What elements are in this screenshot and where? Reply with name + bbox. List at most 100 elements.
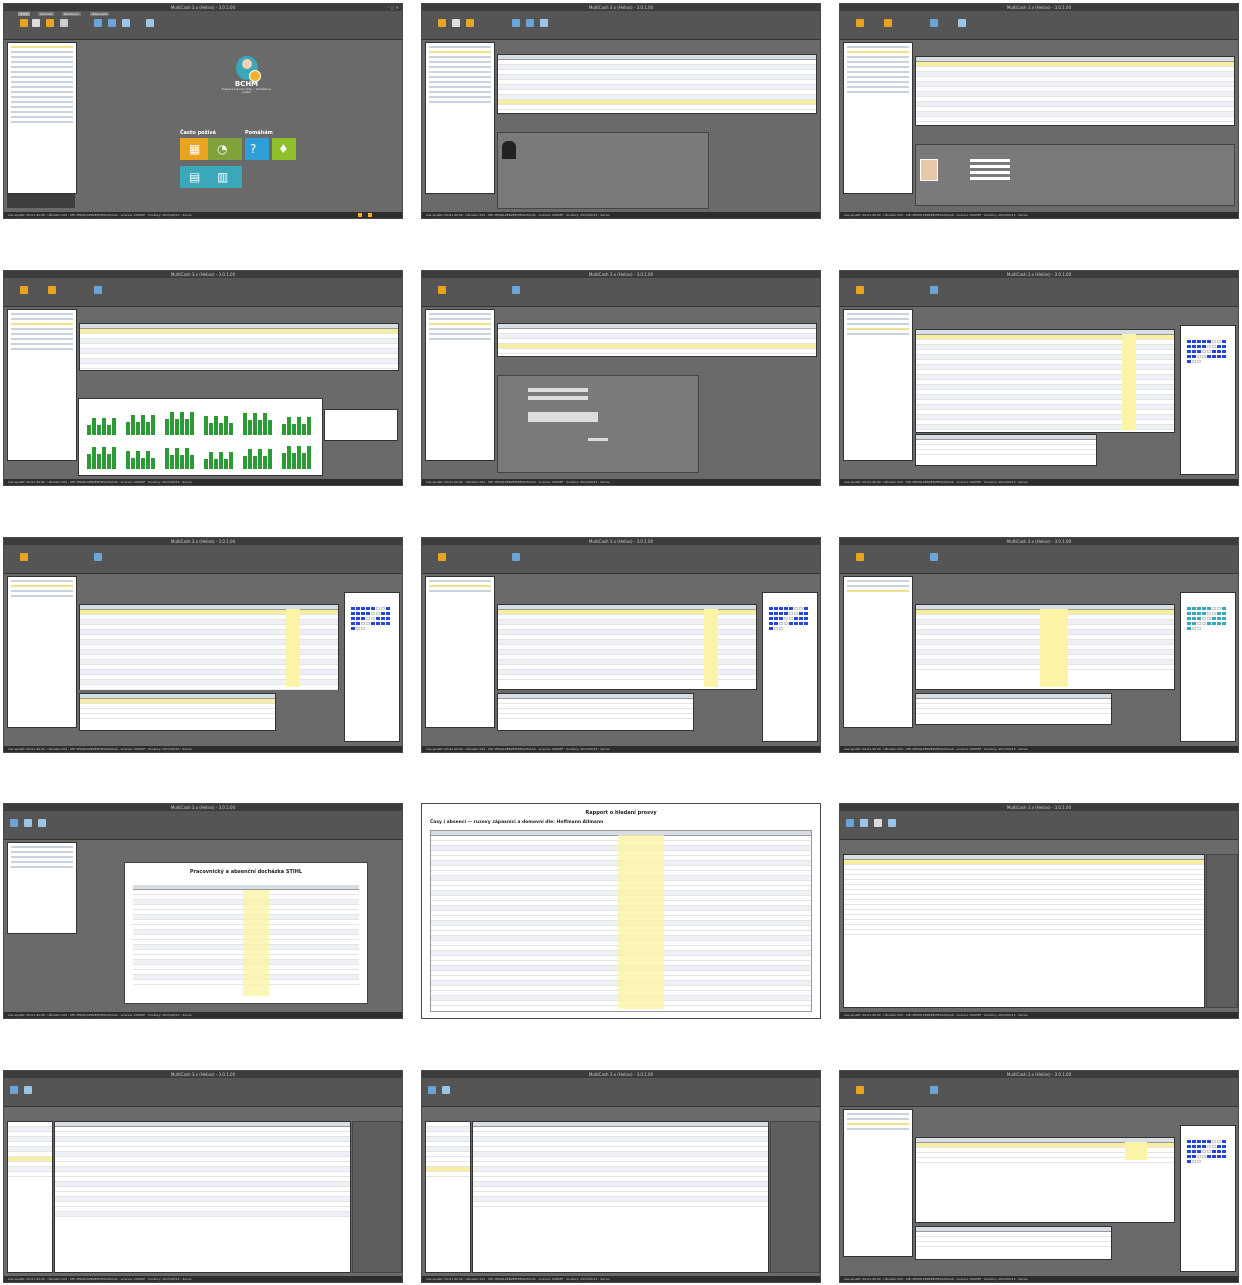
calendar-day[interactable] — [1212, 1155, 1216, 1158]
pivot-grid[interactable] — [472, 1121, 769, 1273]
calendar-day[interactable] — [799, 607, 803, 610]
calendar-day[interactable] — [1222, 1150, 1226, 1153]
calendar-panel[interactable] — [1180, 592, 1236, 742]
calendar-day[interactable] — [386, 612, 390, 615]
calendar-day[interactable] — [1217, 1155, 1221, 1158]
calendar-day[interactable] — [361, 627, 365, 630]
ribbon-button-icon[interactable] — [32, 19, 40, 27]
pivot-grid[interactable] — [54, 1121, 351, 1273]
navigation-tree[interactable] — [843, 576, 913, 728]
calendar-day[interactable] — [1192, 340, 1196, 343]
employee-grid[interactable] — [915, 56, 1235, 126]
calendar-day[interactable] — [366, 607, 370, 610]
calendar-day[interactable] — [794, 622, 798, 625]
calendar-day[interactable] — [356, 612, 360, 615]
calendar-day[interactable] — [769, 622, 773, 625]
calendar-day[interactable] — [356, 622, 360, 625]
calendar-day[interactable] — [1187, 607, 1191, 610]
calendar-day[interactable] — [1187, 622, 1191, 625]
field-list[interactable] — [770, 1121, 820, 1273]
calendar-day[interactable] — [1192, 1155, 1196, 1158]
calendar-day[interactable] — [1212, 1140, 1216, 1143]
calendar-day[interactable] — [784, 622, 788, 625]
calendar-day[interactable] — [1197, 1140, 1201, 1143]
month-calendar[interactable] — [351, 607, 395, 632]
calendar-day[interactable] — [1187, 1140, 1191, 1143]
calendar-panel[interactable] — [344, 592, 400, 742]
tile-export[interactable]: ▥ — [208, 166, 242, 188]
calendar-day[interactable] — [1197, 607, 1201, 610]
calendar-day[interactable] — [1197, 612, 1201, 615]
calendar-day[interactable] — [1187, 360, 1191, 363]
calendar-day[interactable] — [1187, 355, 1191, 358]
calendar-day[interactable] — [351, 617, 355, 620]
calendar-day[interactable] — [794, 607, 798, 610]
calendar-day[interactable] — [1217, 345, 1221, 348]
tile-clock[interactable]: ◔ — [208, 138, 242, 160]
calendar-day[interactable] — [1217, 1150, 1221, 1153]
calendar-day[interactable] — [366, 622, 370, 625]
calendar-day[interactable] — [1207, 1140, 1211, 1143]
calendar-day[interactable] — [371, 612, 375, 615]
calendar-day[interactable] — [376, 607, 380, 610]
calendar-day[interactable] — [351, 612, 355, 615]
ribbon-button-icon[interactable] — [122, 19, 130, 27]
calendar-day[interactable] — [1217, 340, 1221, 343]
calendar-day[interactable] — [1192, 622, 1196, 625]
calendar-day[interactable] — [1187, 627, 1191, 630]
attendance-grid[interactable] — [915, 329, 1175, 433]
calendar-day[interactable] — [1217, 612, 1221, 615]
calendar-day[interactable] — [1207, 607, 1211, 610]
ribbon-button-icon[interactable] — [94, 19, 102, 27]
ribbon-tab-1[interactable]: Zobrazit — [38, 12, 55, 16]
calendar-day[interactable] — [1222, 355, 1226, 358]
calendar-day[interactable] — [1187, 350, 1191, 353]
calendar-day[interactable] — [1207, 345, 1211, 348]
calendar-day[interactable] — [1222, 1140, 1226, 1143]
ribbon-tab-0[interactable]: Úvod — [18, 12, 30, 16]
calendar-day[interactable] — [371, 607, 375, 610]
calendar-day[interactable] — [1197, 1145, 1201, 1148]
calendar-day[interactable] — [1202, 617, 1206, 620]
calendar-day[interactable] — [356, 617, 360, 620]
calendar-day[interactable] — [1192, 360, 1196, 363]
calendar-day[interactable] — [784, 617, 788, 620]
calendar-day[interactable] — [381, 622, 385, 625]
calendar-day[interactable] — [1202, 1140, 1206, 1143]
ribbon-button-icon[interactable] — [20, 19, 28, 27]
calendar-day[interactable] — [1202, 350, 1206, 353]
navigation-tree[interactable] — [425, 309, 495, 461]
calendar-day[interactable] — [1212, 340, 1216, 343]
calendar-day[interactable] — [1187, 617, 1191, 620]
calendar-day[interactable] — [361, 617, 365, 620]
calendar-day[interactable] — [769, 627, 773, 630]
calendar-day[interactable] — [779, 617, 783, 620]
calendar-day[interactable] — [1212, 612, 1216, 615]
calendar-panel[interactable] — [1180, 325, 1236, 475]
calendar-day[interactable] — [789, 607, 793, 610]
navigation-tree[interactable] — [843, 42, 913, 194]
calendar-day[interactable] — [779, 627, 783, 630]
month-calendar[interactable] — [769, 607, 813, 632]
calendar-day[interactable] — [1192, 1150, 1196, 1153]
calendar-day[interactable] — [1212, 345, 1216, 348]
calendar-day[interactable] — [371, 617, 375, 620]
calendar-day[interactable] — [804, 607, 808, 610]
calendar-day[interactable] — [1212, 622, 1216, 625]
calendar-day[interactable] — [1192, 617, 1196, 620]
calendar-day[interactable] — [1217, 355, 1221, 358]
attendance-grid[interactable] — [79, 604, 339, 690]
field-list[interactable] — [352, 1121, 402, 1273]
calendar-day[interactable] — [1202, 612, 1206, 615]
calendar-day[interactable] — [774, 612, 778, 615]
calendar-day[interactable] — [1217, 1145, 1221, 1148]
calendar-day[interactable] — [1207, 1145, 1211, 1148]
calendar-day[interactable] — [366, 617, 370, 620]
navigation-tree[interactable] — [843, 1109, 913, 1257]
calendar-day[interactable] — [1192, 355, 1196, 358]
calendar-day[interactable] — [1192, 1140, 1196, 1143]
navigation-tree[interactable] — [843, 309, 913, 461]
calendar-day[interactable] — [794, 617, 798, 620]
calendar-day[interactable] — [1222, 612, 1226, 615]
calendar-day[interactable] — [361, 622, 365, 625]
